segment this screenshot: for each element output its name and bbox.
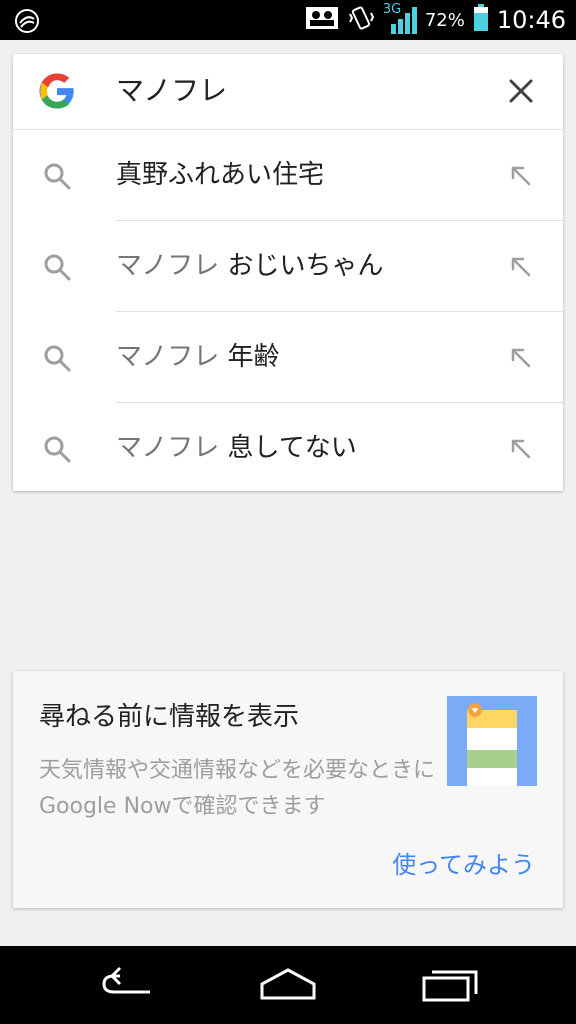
fill-query-arrow-icon[interactable] [505, 433, 535, 463]
suggestion-item[interactable]: マノフレ 年齢 [13, 312, 563, 403]
search-icon [44, 254, 71, 281]
contact-card-icon [305, 6, 339, 34]
clear-search-button[interactable] [501, 71, 541, 111]
suggestion-item[interactable]: マノフレ おじいちゃん [13, 221, 563, 312]
search-bar[interactable]: マノフレ [13, 54, 563, 130]
search-icon [44, 345, 71, 372]
suggestion-label: マノフレ 年齢 [116, 338, 280, 376]
navigation-bar [0, 946, 576, 1024]
suggestion-suffix: 年齢 [227, 342, 280, 372]
home-button[interactable] [258, 964, 318, 1004]
battery-percent: 72% [424, 9, 465, 31]
battery-icon [473, 4, 489, 36]
search-icon [44, 436, 71, 463]
suggestion-prefix: マノフレ [116, 433, 228, 463]
search-icon [44, 163, 71, 190]
google-logo-icon [39, 73, 74, 109]
signal-icon: 3G [383, 2, 417, 36]
suggestion-prefix: マノフレ [116, 251, 228, 281]
suggestion-suffix: 真野ふれあい住宅 [116, 160, 325, 190]
fill-query-arrow-icon[interactable] [505, 160, 535, 190]
search-card: マノフレ 真野ふれあい住宅 マノフレ おじいちゃん マノフレ 年齢 マノフレ 息… [13, 54, 563, 491]
suggestion-label: マノフレ おじいちゃん [116, 247, 384, 285]
fill-query-arrow-icon[interactable] [505, 251, 535, 281]
google-now-cards-icon [447, 696, 537, 786]
google-now-promo-card: 尋ねる前に情報を表示 天気情報や交通情報などを必要なときにGoogle Nowで… [13, 671, 563, 908]
suggestion-prefix: マノフレ [116, 342, 228, 372]
promo-description: 天気情報や交通情報などを必要なときにGoogle Nowで確認できます [39, 758, 436, 819]
suggestion-item[interactable]: 真野ふれあい住宅 [13, 130, 563, 221]
suggestion-suffix: 息してない [227, 433, 357, 463]
suggestion-label: マノフレ 息してない [116, 429, 357, 467]
suggestion-item[interactable]: マノフレ 息してない [13, 403, 563, 494]
back-button[interactable] [98, 964, 158, 1004]
app-notification-icon [14, 8, 40, 38]
vibrate-icon [347, 4, 375, 36]
promo-title: 尋ねる前に情報を表示 [39, 702, 300, 732]
suggestion-suffix: おじいちゃん [227, 251, 384, 281]
try-it-button[interactable]: 使ってみよう [392, 847, 535, 883]
search-query-input[interactable]: マノフレ [116, 71, 227, 111]
recent-apps-button[interactable] [420, 964, 480, 1004]
clock: 10:46 [496, 6, 566, 34]
suggestion-label: 真野ふれあい住宅 [116, 156, 324, 194]
status-bar: 3G 72% 10:46 [0, 0, 576, 40]
fill-query-arrow-icon[interactable] [505, 342, 535, 372]
